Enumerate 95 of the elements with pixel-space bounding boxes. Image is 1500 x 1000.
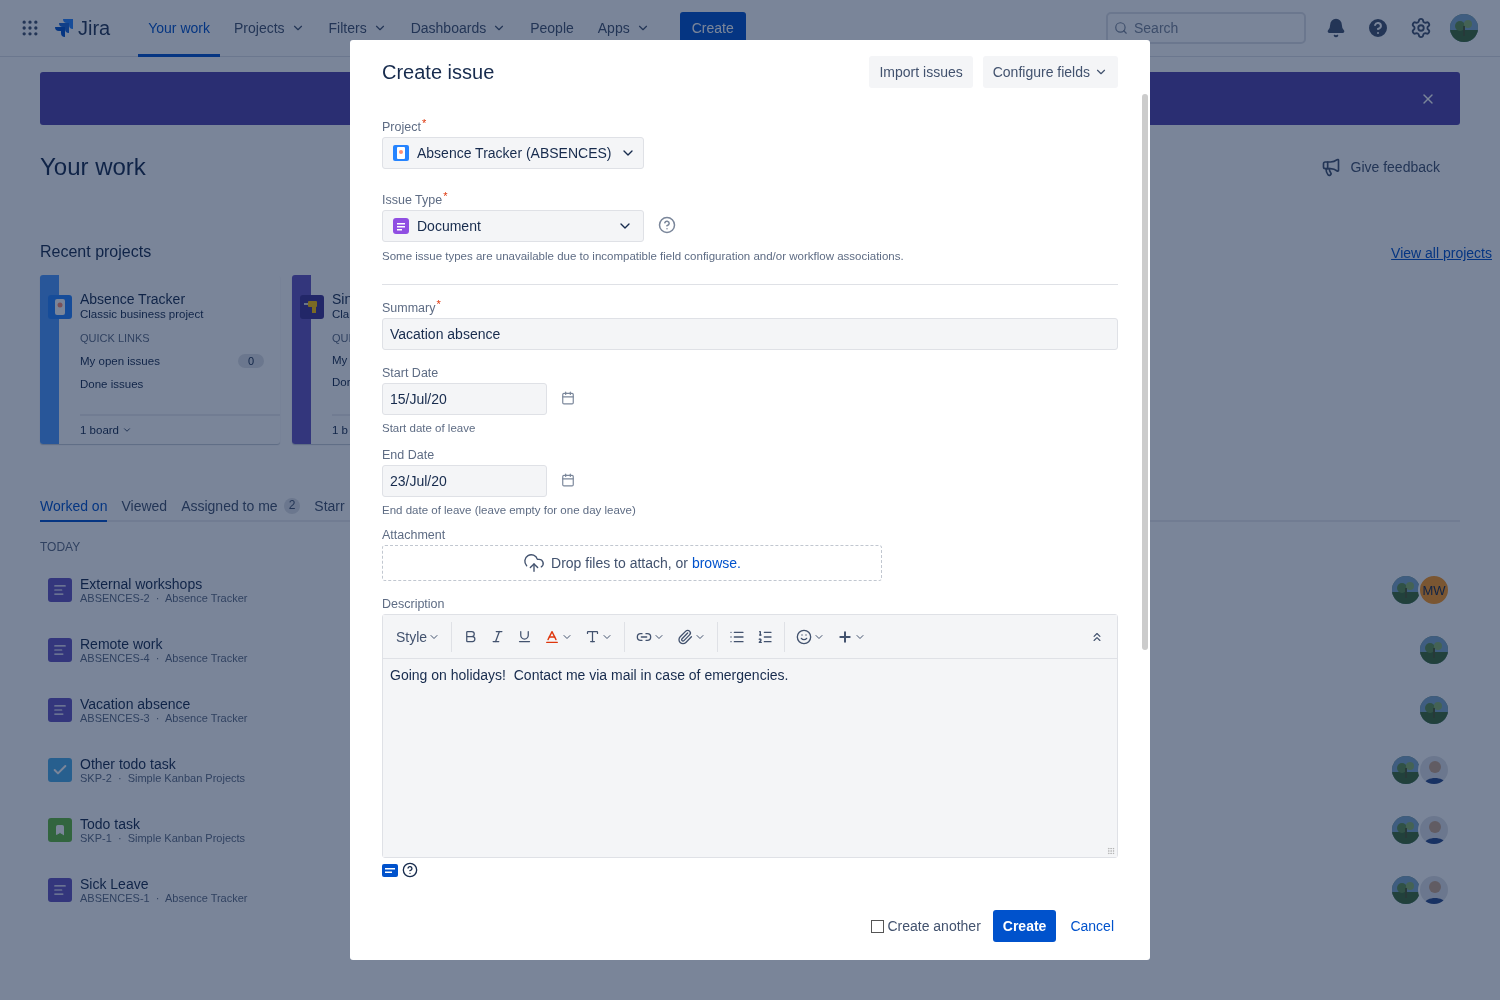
quick-link[interactable]: My open issues bbox=[80, 355, 160, 367]
checkbox-icon bbox=[48, 758, 72, 782]
issue-meta: ABSENCES-3 · Absence Tracker bbox=[80, 712, 248, 724]
cancel-link[interactable]: Cancel bbox=[1066, 918, 1118, 934]
scrollbar[interactable] bbox=[1142, 94, 1148, 650]
document-icon bbox=[48, 578, 72, 602]
field-label: Project$^{*}$ bbox=[382, 120, 427, 135]
count-badge: 2 bbox=[283, 498, 301, 514]
project-type: Cla bbox=[332, 308, 350, 320]
section-heading: TODAY bbox=[40, 540, 81, 554]
nav-item[interactable]: Dashboards bbox=[400, 0, 517, 57]
app-switcher-icon[interactable] bbox=[20, 18, 40, 38]
phone-icon bbox=[48, 295, 72, 319]
dialog-title: Create issue bbox=[382, 60, 495, 84]
create-button[interactable]: Create bbox=[992, 910, 1057, 942]
upload-icon bbox=[523, 552, 546, 574]
issue-type-select[interactable]: Document bbox=[382, 210, 644, 242]
tab[interactable]: Assigned to me 2 bbox=[181, 498, 301, 522]
date-field[interactable]: 15/Jul/20 bbox=[382, 383, 547, 415]
nav-item[interactable]: Projects bbox=[224, 0, 315, 57]
summary-field[interactable]: Vacation absence bbox=[382, 318, 1118, 350]
caret-icon bbox=[122, 425, 132, 435]
nav-item[interactable]: Filters bbox=[318, 0, 397, 57]
attachment-dropzone[interactable]: Drop files to attach, or browse. bbox=[382, 545, 882, 581]
field-hint: Start date of leave bbox=[382, 422, 477, 434]
nav-item[interactable]: Your work bbox=[138, 0, 220, 57]
boards-dropdown[interactable]: 1 board bbox=[80, 424, 119, 436]
create-another-checkbox[interactable]: Create another bbox=[871, 918, 981, 934]
project-type: Classic business project bbox=[80, 308, 204, 320]
description-field[interactable]: Going on holidays! Contact me via mail in case of emergencies. bbox=[383, 659, 1117, 857]
italic-icon bbox=[490, 629, 506, 644]
document-icon bbox=[48, 698, 72, 722]
tab[interactable]: Viewed bbox=[121, 498, 168, 522]
document-icon bbox=[48, 638, 72, 662]
issue-title[interactable]: External workshops bbox=[80, 576, 203, 592]
quick-link[interactable]: Dor bbox=[332, 376, 351, 388]
markup-icon[interactable] bbox=[382, 863, 398, 877]
calendar-icon[interactable] bbox=[561, 473, 575, 487]
issue-meta: ABSENCES-1 · Absence Tracker bbox=[80, 892, 248, 904]
field-hint: End date of leave (leave empty for one day leave) bbox=[382, 504, 637, 516]
calendar-icon[interactable] bbox=[561, 391, 575, 405]
help-icon[interactable] bbox=[402, 862, 418, 878]
text-size-icon bbox=[585, 629, 601, 644]
section-title: Recent projects bbox=[40, 243, 152, 261]
avatar: MW bbox=[1418, 574, 1450, 606]
logo-icon bbox=[54, 18, 74, 38]
page-title: Your work bbox=[40, 153, 146, 181]
field-label: Issue Type$^{*}$ bbox=[382, 193, 448, 208]
logo[interactable]: Jira bbox=[78, 16, 111, 40]
issue-title[interactable]: Sick Leave bbox=[80, 876, 149, 892]
nav-item[interactable]: Apps bbox=[587, 0, 660, 57]
issue-title[interactable]: Remote work bbox=[80, 636, 163, 652]
field-label: Description bbox=[382, 597, 445, 612]
quick-links-heading: QUICK LINKS bbox=[80, 332, 150, 344]
bell-icon[interactable] bbox=[1326, 18, 1346, 38]
field-label: Attachment bbox=[382, 528, 446, 543]
feedback-link[interactable]: Give feedback bbox=[1320, 157, 1440, 177]
issue-meta: ABSENCES-2 · Absence Tracker bbox=[80, 592, 248, 604]
issue-meta: SKP-2 · Simple Kanban Projects bbox=[80, 772, 246, 784]
field-label: Summary$^{*}$ bbox=[382, 301, 441, 316]
quick-link[interactable]: Done issues bbox=[80, 378, 144, 390]
browse-link[interactable]: browse. bbox=[691, 555, 741, 571]
view-all-link[interactable]: View all projects bbox=[1391, 245, 1492, 261]
date-field[interactable]: 23/Jul/20 bbox=[382, 465, 547, 497]
project-select[interactable]: Absence Tracker (ABSENCES) bbox=[382, 137, 644, 169]
issue-title[interactable]: Todo task bbox=[80, 816, 140, 832]
settings-icon[interactable] bbox=[1410, 17, 1432, 39]
drill-icon bbox=[300, 295, 324, 319]
paperclip-icon bbox=[677, 628, 694, 645]
style-dropdown[interactable]: Style bbox=[391, 624, 446, 649]
issue-title[interactable]: Vacation absence bbox=[80, 696, 191, 712]
underline-icon bbox=[517, 629, 533, 644]
phone-icon bbox=[393, 145, 409, 161]
search-icon bbox=[1114, 21, 1128, 35]
boards-dropdown[interactable]: 1 b bbox=[332, 424, 348, 436]
megaphone-icon bbox=[1320, 157, 1341, 177]
field-hint: Some issue types are unavailable due to incompatible field configuration and/or workflow associations. bbox=[382, 250, 905, 262]
issue-meta: ABSENCES-4 · Absence Tracker bbox=[80, 652, 248, 664]
document-icon bbox=[48, 878, 72, 902]
quick-link[interactable]: My bbox=[332, 354, 348, 366]
issue-meta: SKP-1 · Simple Kanban Projects bbox=[80, 832, 246, 844]
header-button[interactable]: Configure fields bbox=[982, 56, 1118, 88]
numbered-list-icon bbox=[757, 628, 774, 645]
field-label: Start Date bbox=[382, 366, 439, 381]
smiley-icon bbox=[796, 628, 813, 645]
tab[interactable]: Worked on bbox=[40, 498, 108, 522]
tab[interactable]: Starr bbox=[314, 498, 345, 522]
field-label: End Date bbox=[382, 448, 435, 463]
text-color-icon bbox=[544, 628, 561, 645]
document-icon bbox=[393, 218, 409, 234]
header-button[interactable]: Import issues bbox=[869, 56, 973, 88]
bookmark-icon bbox=[48, 818, 72, 842]
issue-title[interactable]: Other todo task bbox=[80, 756, 176, 772]
count-badge: 0 bbox=[237, 354, 264, 368]
project-name[interactable]: Absence Tracker bbox=[80, 291, 186, 307]
